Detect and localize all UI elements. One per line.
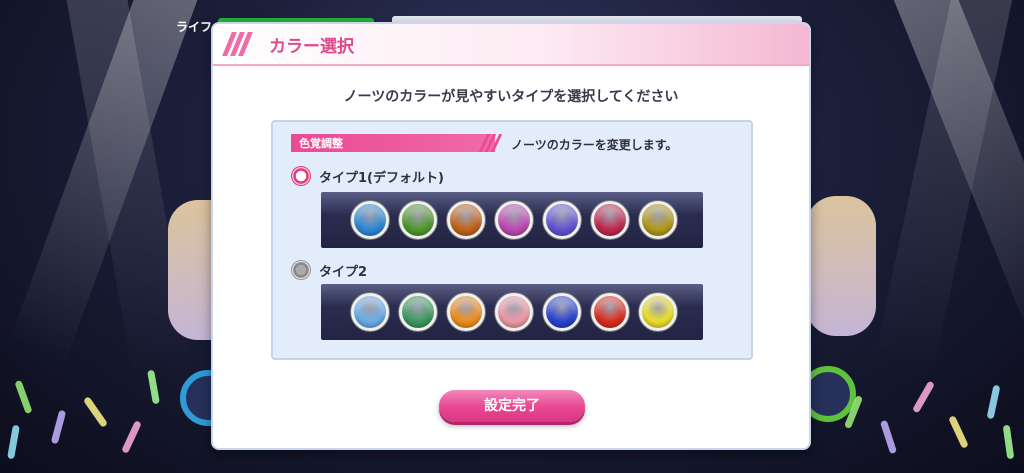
glowstick <box>986 384 1001 420</box>
dialog-subtitle: ノーツのカラーが見やすいタイプを選択してください <box>343 89 679 105</box>
note-color-circle <box>447 201 485 239</box>
note-color-circle <box>543 201 581 239</box>
note-preview-type-2[interactable] <box>321 284 703 340</box>
note-color-circle <box>351 293 389 331</box>
confirm-settings-button[interactable]: 設定完了 <box>439 390 585 422</box>
glowstick <box>50 409 67 445</box>
note-color-circle <box>591 293 629 331</box>
type-label: タイプ2 <box>319 265 368 280</box>
section-description: ノーツのカラーを変更します。 <box>511 138 678 152</box>
header-stripes-icon <box>222 32 253 56</box>
glowstick <box>948 415 969 449</box>
glowstick <box>82 396 109 428</box>
section-stripes-icon <box>478 134 503 152</box>
note-color-circle <box>495 293 533 331</box>
glowstick <box>879 419 898 455</box>
type-label: タイプ1(デフォルト) <box>319 171 444 186</box>
note-color-circle <box>639 293 677 331</box>
note-color-circle <box>543 293 581 331</box>
glowstick <box>911 380 936 414</box>
note-color-circle <box>399 201 437 239</box>
character-right <box>806 196 876 336</box>
life-label: ライフ <box>176 20 213 34</box>
dialog-header: カラー選択 <box>213 24 809 66</box>
note-color-circle <box>639 201 677 239</box>
note-color-circle <box>351 201 389 239</box>
glowstick <box>7 424 20 460</box>
note-color-circle <box>591 201 629 239</box>
note-preview-type-1[interactable] <box>321 192 703 248</box>
section-label: 色覚調整 <box>299 137 343 150</box>
section-header: 色覚調整 <box>291 134 495 152</box>
note-color-circle <box>495 201 533 239</box>
color-options-panel: 色覚調整 ノーツのカラーを変更します。 タイプ1(デフォルト) タイプ2 <box>271 120 753 360</box>
glowstick <box>121 420 142 454</box>
glowstick <box>147 369 160 405</box>
glowstick <box>1002 424 1015 460</box>
glowstick <box>14 379 33 415</box>
dialog-title: カラー選択 <box>269 37 354 57</box>
note-color-circle <box>399 293 437 331</box>
radio-unselected-icon[interactable] <box>291 260 311 280</box>
radio-selected-icon[interactable] <box>291 166 311 186</box>
color-select-dialog: カラー選択 ノーツのカラーが見やすいタイプを選択してください 色覚調整 ノーツの… <box>213 24 809 448</box>
note-color-circle <box>447 293 485 331</box>
